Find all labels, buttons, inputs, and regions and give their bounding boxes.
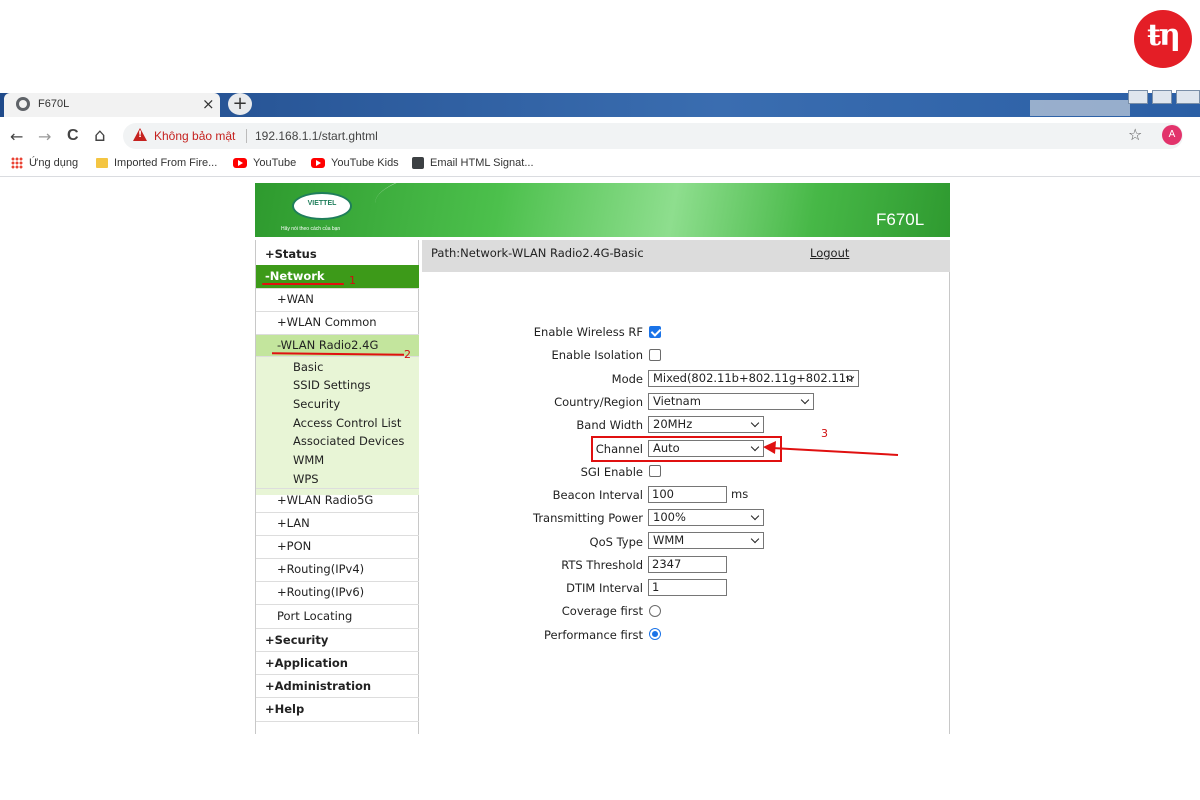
bookmark-youtube-kids[interactable]: YouTube Kids (311, 157, 399, 169)
menu-wps[interactable]: WPS (256, 471, 419, 489)
profile-avatar[interactable]: A (1162, 125, 1182, 145)
menu-administration[interactable]: +Administration (256, 675, 419, 698)
menu-routing-ipv4[interactable]: +Routing(IPv4) (256, 559, 419, 582)
beacon-unit: ms (731, 487, 749, 501)
window-controls (1126, 90, 1200, 106)
viettel-logo: VIETTEL (292, 192, 352, 220)
new-tab-button[interactable]: + (228, 93, 252, 115)
annotation-number-3: 3 (821, 427, 828, 440)
bookmark-email-signature[interactable]: Email HTML Signat... (412, 157, 534, 170)
router-sidebar: +Status -Network +WAN +WLAN Common Setti… (255, 240, 419, 734)
document-icon (412, 157, 424, 170)
back-button[interactable]: ← (10, 127, 23, 146)
tx-power-select[interactable]: 100% (648, 509, 764, 526)
brand-slogan: Hãy nói theo cách của bạn (281, 226, 341, 232)
warning-icon (133, 128, 147, 141)
sgi-checkbox[interactable] (649, 465, 661, 477)
router-banner (255, 183, 950, 237)
window-close-button[interactable] (1176, 90, 1200, 104)
menu-ssid-settings[interactable]: SSID Settings (256, 377, 419, 395)
blurred-window-preview (1030, 100, 1130, 116)
bandwidth-select[interactable]: 20MHz (648, 416, 764, 433)
menu-help[interactable]: +Help (256, 698, 419, 722)
address-separator (246, 129, 247, 143)
breadcrumb: Path:Network-WLAN Radio2.4G-Basic (431, 246, 644, 260)
menu-application[interactable]: +Application (256, 652, 419, 675)
beacon-interval-input[interactable]: 100 (648, 486, 727, 503)
youtube-icon (233, 158, 247, 169)
qos-select[interactable]: WMM (648, 532, 764, 549)
home-button[interactable]: ⌂ (94, 125, 105, 146)
tab-title: F670L (38, 98, 70, 110)
globe-icon (16, 97, 30, 111)
browser-tab[interactable]: F670L × (4, 93, 220, 117)
sgi-label: SGI Enable (580, 465, 643, 479)
menu-wlan-radio-5g[interactable]: +WLAN Radio5G (256, 490, 419, 513)
menu-security[interactable]: +Security (256, 629, 419, 652)
country-label: Country/Region (554, 395, 643, 409)
apps-grid-icon (11, 157, 23, 170)
content-header: Path:Network-WLAN Radio2.4G-Basic Logout (422, 240, 950, 272)
menu-wmm[interactable]: WMM (256, 452, 419, 470)
mode-label: Mode (611, 372, 643, 386)
bookmark-star-icon[interactable]: ☆ (1128, 125, 1142, 144)
menu-wlan-common[interactable]: +WLAN Common Setting (256, 312, 419, 350)
model-name: F670L (876, 210, 925, 229)
folder-icon (96, 158, 108, 169)
menu-wan[interactable]: +WAN (256, 289, 419, 312)
rts-label: RTS Threshold (561, 558, 643, 572)
annotation-number-2: 2 (404, 348, 411, 361)
menu-pon[interactable]: +PON (256, 536, 419, 559)
bookmark-imported[interactable]: Imported From Fire... (96, 157, 217, 169)
performance-first-label: Performance first (543, 628, 643, 642)
menu-status[interactable]: +Status (256, 244, 419, 267)
qos-label: QoS Type (589, 535, 643, 549)
bookmarks-bar: Ứng dụng Imported From Fire... YouTube Y… (0, 151, 1200, 177)
reload-button[interactable]: C (67, 127, 79, 145)
menu-port-locating[interactable]: Port Locating (256, 605, 419, 629)
menu-lan[interactable]: +LAN (256, 513, 419, 536)
enable-rf-checkbox[interactable] (649, 326, 661, 338)
maximize-button[interactable] (1152, 90, 1172, 104)
logout-link[interactable]: Logout (810, 246, 849, 260)
annotation-highlight-box (591, 436, 782, 462)
site-logo: ŧη (1134, 10, 1192, 68)
close-tab-icon[interactable]: × (202, 95, 215, 113)
performance-first-radio[interactable] (649, 628, 661, 640)
enable-isolation-label: Enable Isolation (551, 348, 643, 362)
youtube-icon (311, 158, 325, 169)
coverage-first-radio[interactable] (649, 605, 661, 617)
address-bar[interactable]: Không bảo mật 192.168.1.1/start.ghtml (123, 123, 1183, 149)
minimize-button[interactable] (1128, 90, 1148, 104)
content-body (422, 272, 950, 734)
mode-select[interactable]: Mixed(802.11b+802.11g+802.11n (648, 370, 859, 387)
annotation-underline-1 (262, 283, 344, 285)
bookmark-youtube[interactable]: YouTube (233, 157, 296, 169)
dtim-label: DTIM Interval (566, 581, 643, 595)
menu-access-control-list[interactable]: Access Control List (256, 415, 419, 433)
menu-network[interactable]: -Network (256, 265, 419, 289)
enable-rf-label: Enable Wireless RF (533, 325, 643, 339)
url-text[interactable]: 192.168.1.1/start.ghtml (255, 129, 378, 143)
beacon-label: Beacon Interval (552, 488, 643, 502)
annotation-number-1: 1 (349, 274, 356, 287)
coverage-first-label: Coverage first (561, 604, 643, 618)
dtim-interval-input[interactable]: 1 (648, 579, 727, 596)
forward-button[interactable]: → (38, 127, 51, 146)
security-status[interactable]: Không bảo mật (154, 129, 235, 143)
bookmark-apps[interactable]: Ứng dụng (11, 157, 78, 170)
menu-security-sub[interactable]: Security (256, 396, 419, 414)
menu-routing-ipv6[interactable]: +Routing(IPv6) (256, 582, 419, 605)
tx-power-label: Transmitting Power (532, 511, 643, 525)
menu-basic[interactable]: Basic (256, 359, 419, 377)
rts-threshold-input[interactable]: 2347 (648, 556, 727, 573)
bandwidth-label: Band Width (576, 418, 643, 432)
menu-associated-devices[interactable]: Associated Devices (256, 433, 419, 451)
country-select[interactable]: Vietnam (648, 393, 814, 410)
enable-isolation-checkbox[interactable] (649, 349, 661, 361)
